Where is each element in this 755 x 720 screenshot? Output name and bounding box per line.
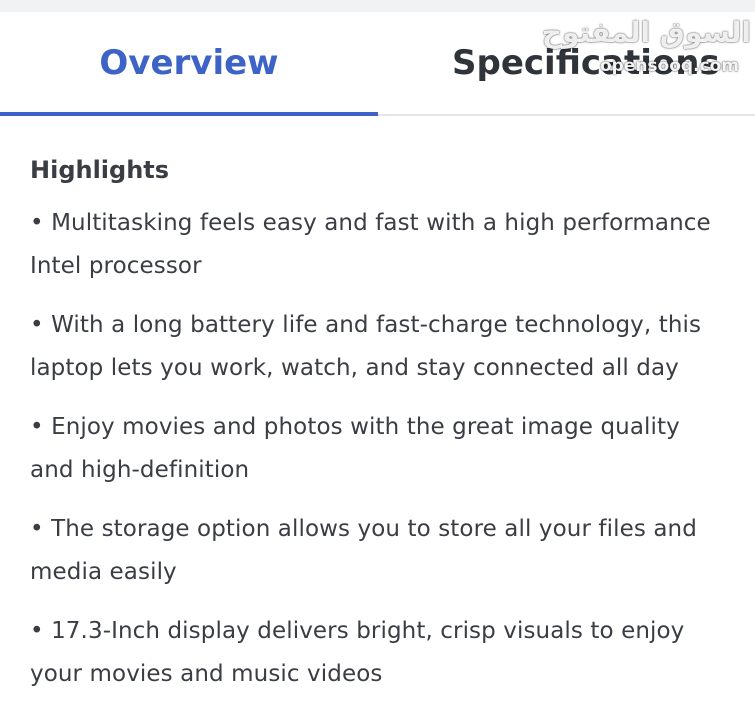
highlights-list: • Multitasking feels easy and fast with … [30, 202, 730, 696]
tab-overview[interactable]: Overview [0, 12, 378, 116]
top-strip [0, 0, 755, 12]
highlight-item: • Enjoy movies and photos with the great… [30, 414, 680, 483]
highlight-item: • With a long battery life and fast-char… [30, 312, 702, 381]
highlights-heading: Highlights [30, 156, 170, 184]
product-details-page: Overview Specifications السوق المفتوح op… [0, 0, 755, 720]
tab-specifications-label: Specifications [452, 43, 720, 83]
highlight-item: • 17.3-Inch display delivers bright, cri… [30, 618, 685, 687]
highlight-item: • The storage option allows you to store… [30, 516, 697, 585]
highlights-section: Highlights • Multitasking feels easy and… [30, 150, 730, 712]
active-tab-indicator [0, 112, 378, 116]
tab-overview-label: Overview [99, 43, 279, 83]
highlight-item: • Multitasking feels easy and fast with … [30, 210, 711, 279]
tab-bar: Overview Specifications [0, 12, 755, 116]
tab-specifications[interactable]: Specifications [378, 12, 755, 114]
